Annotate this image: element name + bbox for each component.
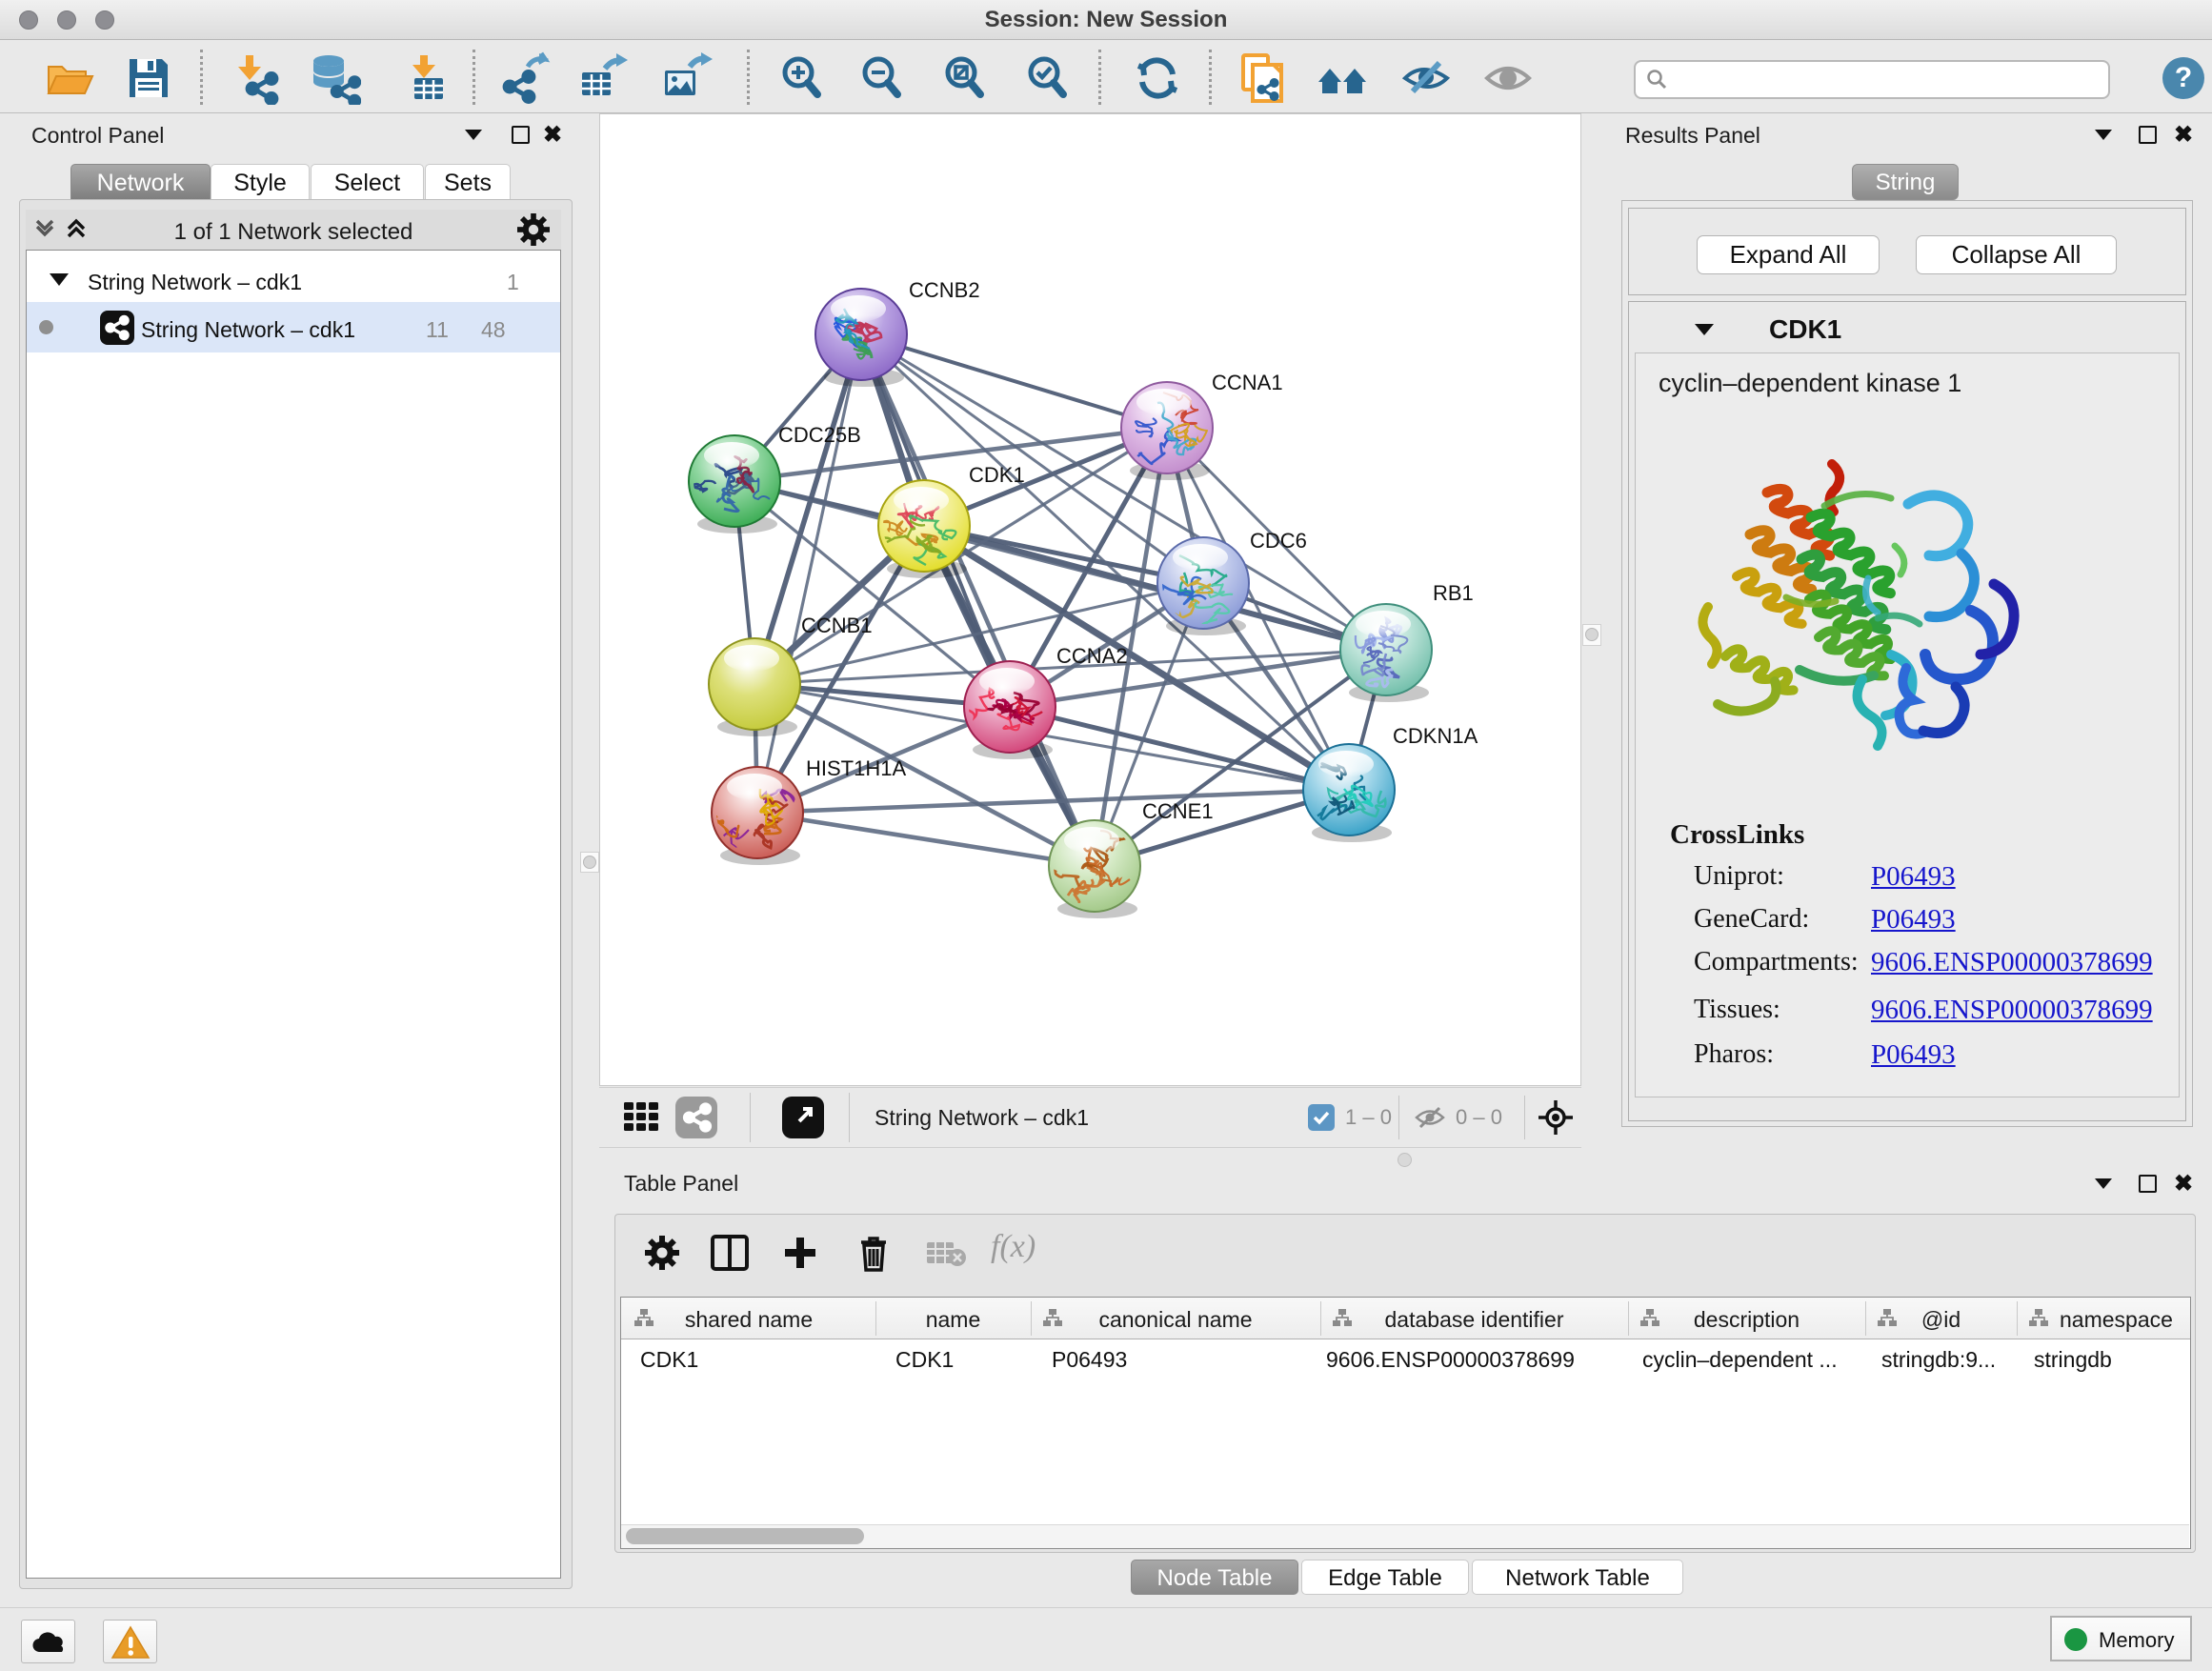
svg-text:RB1: RB1 <box>1433 581 1474 605</box>
svg-text:HIST1H1A: HIST1H1A <box>806 756 906 780</box>
svg-text:CDKN1A: CDKN1A <box>1393 724 1478 748</box>
svg-text:CDK1: CDK1 <box>969 463 1025 487</box>
svg-text:CCNB1: CCNB1 <box>801 614 873 637</box>
svg-text:CCNB2: CCNB2 <box>909 278 980 302</box>
svg-text:CCNA2: CCNA2 <box>1056 644 1128 668</box>
svg-text:CDC6: CDC6 <box>1250 529 1307 553</box>
svg-text:CDC25B: CDC25B <box>778 423 861 447</box>
svg-text:CCNE1: CCNE1 <box>1142 799 1214 823</box>
svg-text:CCNA1: CCNA1 <box>1212 371 1283 394</box>
